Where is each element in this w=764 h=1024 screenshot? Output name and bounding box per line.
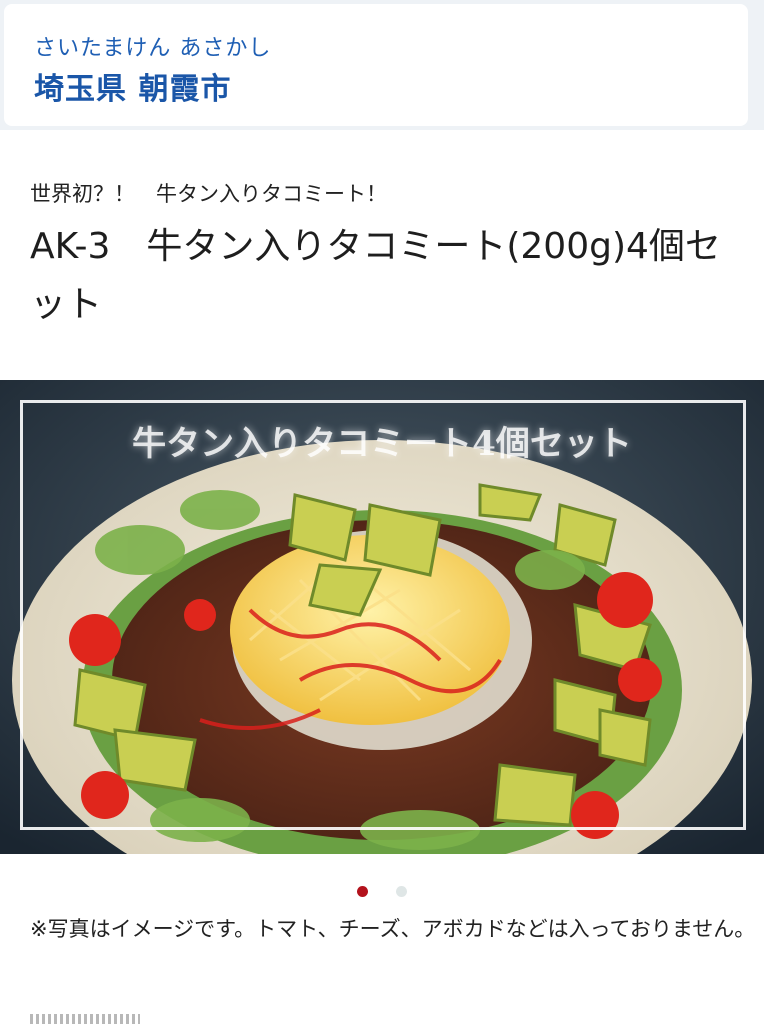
city-name[interactable]: 埼玉県 朝霞市 xyxy=(34,64,231,108)
city-header-card[interactable]: さいたまけん あさかし 埼玉県 朝霞市 xyxy=(4,4,748,126)
city-kana: さいたまけん あさかし xyxy=(34,36,272,61)
carousel-pagination xyxy=(0,882,764,897)
image-disclaimer-note: ※写真はイメージです。トマト、チーズ、アボカドなどは入っておりません。 xyxy=(30,917,756,941)
image-overlay-caption: 牛タン入りタコミート4個セット xyxy=(132,424,632,464)
product-title: AK-3 牛タン入りタコミート(200g)4個セット xyxy=(30,226,721,325)
product-image-carousel[interactable]: 牛タン入りタコミート4個セット xyxy=(0,380,764,854)
carousel-dot-2[interactable] xyxy=(395,886,407,897)
next-section-heading-cutoff xyxy=(30,1014,140,1024)
header-bar: さいたまけん あさかし 埼玉県 朝霞市 xyxy=(0,0,764,130)
product-subtitle: 世界初？！ 牛タン入りタコミート！ xyxy=(30,182,387,206)
carousel-dot-1[interactable] xyxy=(357,886,369,897)
